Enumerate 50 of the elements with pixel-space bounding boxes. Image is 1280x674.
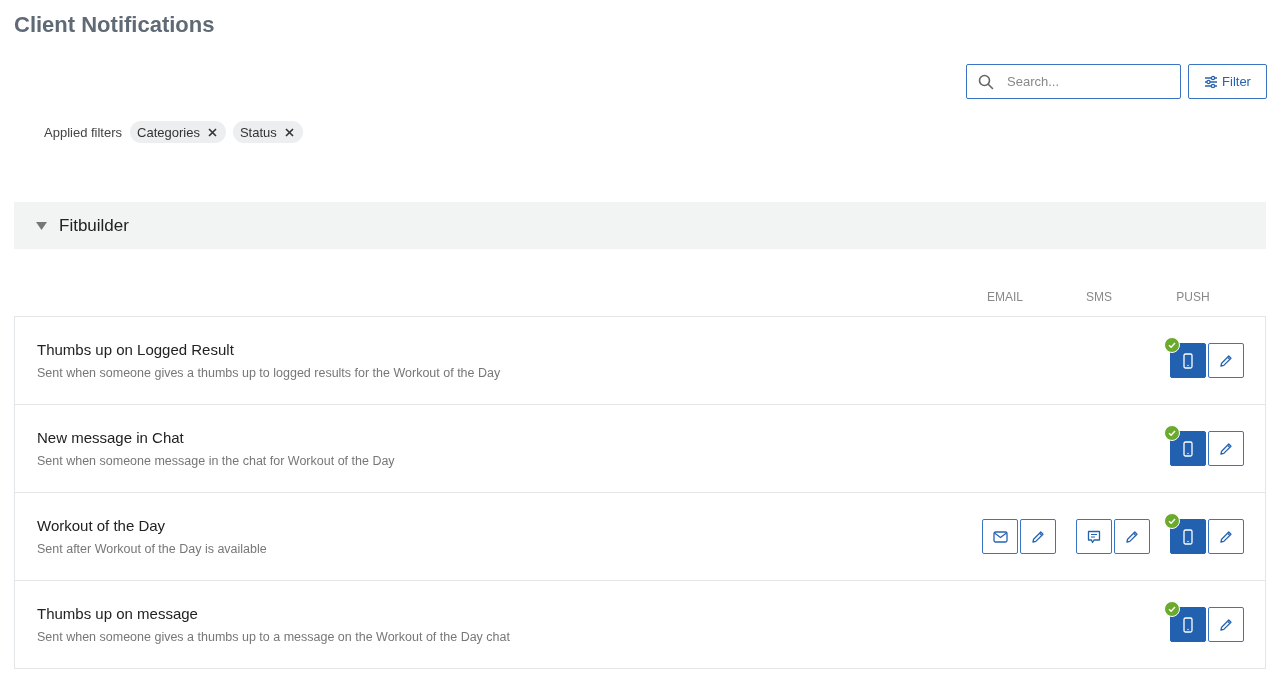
push-toggle-button[interactable] bbox=[1170, 607, 1206, 642]
notification-description: Sent after Workout of the Day is available bbox=[37, 542, 268, 556]
notification-description: Sent when someone message in the chat for Workout of the Day bbox=[37, 454, 396, 468]
phone-icon bbox=[1183, 352, 1193, 369]
notification-title: Workout of the Day bbox=[37, 517, 167, 534]
caret-icon bbox=[36, 221, 47, 230]
push-toggle-button[interactable] bbox=[1170, 519, 1206, 554]
pencil-icon bbox=[1219, 529, 1233, 544]
close-icon[interactable] bbox=[284, 127, 294, 137]
applied-filters-label: Applied filters bbox=[44, 124, 123, 140]
search-field[interactable]: Search... bbox=[966, 64, 1181, 99]
sms-toggle-button[interactable] bbox=[1076, 519, 1112, 554]
filter-button[interactable]: Filter bbox=[1188, 64, 1267, 99]
envelope-icon bbox=[992, 530, 1008, 543]
push-toggle-button[interactable] bbox=[1170, 431, 1206, 466]
check-badge-icon bbox=[1164, 425, 1180, 441]
edit-button[interactable] bbox=[1114, 519, 1150, 554]
column-header: EMAIL bbox=[987, 290, 1023, 304]
pencil-icon bbox=[1219, 353, 1233, 368]
pencil-icon bbox=[1125, 529, 1139, 544]
filter-chip[interactable]: Categories bbox=[130, 121, 226, 143]
filter-chip[interactable]: Status bbox=[232, 121, 303, 143]
notification-description: Sent when someone gives a thumbs up to logged results for the Workout of the Day bbox=[37, 366, 502, 380]
column-header: SMS bbox=[1086, 290, 1112, 304]
pencil-icon bbox=[1219, 441, 1233, 456]
notification-title: Thumbs up on message bbox=[37, 605, 199, 622]
edit-button[interactable] bbox=[1208, 519, 1244, 554]
edit-button[interactable] bbox=[1208, 607, 1244, 642]
notification-description: Sent when someone gives a thumbs up to a message on the Workout of the Day chat bbox=[37, 630, 511, 644]
close-icon[interactable] bbox=[207, 127, 217, 137]
check-badge-icon bbox=[1164, 601, 1180, 617]
page-title: Client Notifications bbox=[14, 11, 216, 39]
notification-title: New message in Chat bbox=[37, 429, 185, 446]
column-header: PUSH bbox=[1176, 290, 1210, 304]
email-toggle-button[interactable] bbox=[982, 519, 1018, 554]
group-header[interactable]: Fitbuilder bbox=[14, 202, 1266, 249]
edit-button[interactable] bbox=[1208, 431, 1244, 466]
pencil-icon bbox=[1219, 617, 1233, 632]
chat-bubble-icon bbox=[1087, 529, 1101, 544]
phone-icon bbox=[1183, 440, 1193, 457]
check-badge-icon bbox=[1164, 513, 1180, 529]
push-toggle-button[interactable] bbox=[1170, 343, 1206, 378]
phone-icon bbox=[1183, 616, 1193, 633]
notification-title: Thumbs up on Logged Result bbox=[37, 341, 235, 358]
pencil-icon bbox=[1031, 529, 1045, 544]
sliders-icon bbox=[1204, 74, 1219, 89]
check-badge-icon bbox=[1164, 337, 1180, 353]
edit-button[interactable] bbox=[1020, 519, 1056, 554]
edit-button[interactable] bbox=[1208, 343, 1244, 378]
phone-icon bbox=[1183, 528, 1193, 545]
